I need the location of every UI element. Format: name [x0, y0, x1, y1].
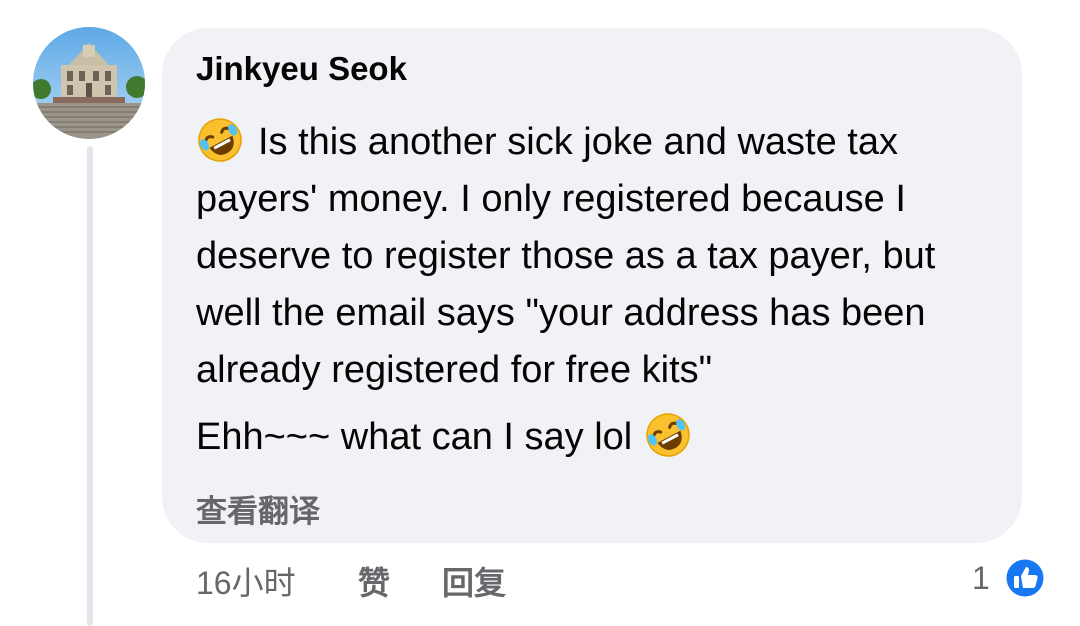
rolling-on-floor-laughing-emoji-icon — [198, 118, 242, 162]
comment-paragraph-2: Ehh~~~ what can I say lol — [196, 409, 1006, 466]
like-button[interactable]: 赞 — [358, 558, 390, 604]
thread-line — [87, 146, 93, 626]
reply-button[interactable]: 回复 — [442, 558, 506, 604]
comment-text-1: Is this another sick joke and waste tax … — [196, 121, 936, 391]
comment-body: Is this another sick joke and waste tax … — [196, 114, 1006, 466]
comment-paragraph-1: Is this another sick joke and waste tax … — [196, 114, 1006, 399]
comment-author[interactable]: Jinkyeu Seok — [196, 50, 407, 88]
comment-thread: Jinkyeu Seok Is this another sick joke a… — [0, 0, 1080, 626]
avatar[interactable] — [33, 27, 145, 139]
avatar-photo — [33, 27, 145, 139]
comment-text-2: Ehh~~~ what can I say lol — [196, 416, 633, 458]
rolling-on-floor-laughing-emoji-icon — [646, 413, 690, 457]
reaction-count[interactable]: 1 — [972, 560, 990, 597]
thumbs-up-icon[interactable] — [1003, 556, 1047, 600]
see-translation-link[interactable]: 查看翻译 — [196, 486, 320, 531]
comment-timestamp[interactable]: 16小时 — [196, 558, 296, 604]
